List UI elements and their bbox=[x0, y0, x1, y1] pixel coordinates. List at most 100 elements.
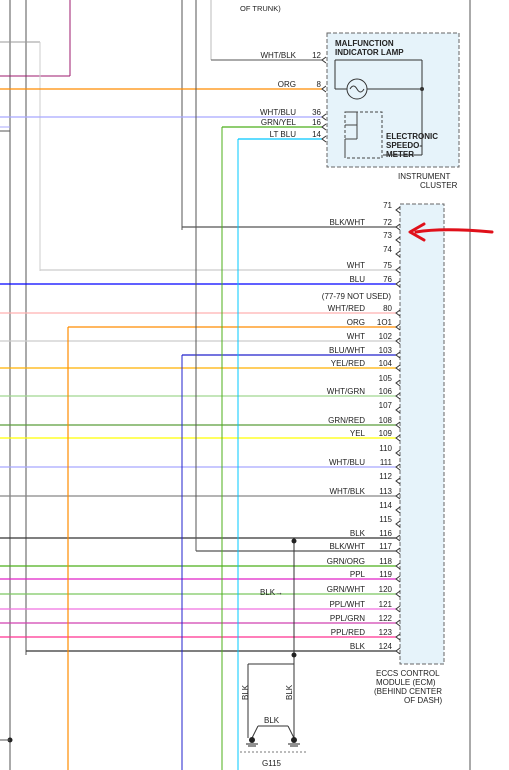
connector-pin-icon bbox=[395, 506, 401, 514]
cluster-pin-number: 16 bbox=[312, 118, 321, 127]
ecm-wire-label: WHT bbox=[347, 261, 365, 270]
ecm-wire-label: GRN/RED bbox=[328, 416, 365, 425]
ecm-wire-label: WHT/RED bbox=[328, 304, 366, 313]
ecm-wire-label: BLK/WHT bbox=[329, 218, 365, 227]
connector-pin-icon bbox=[321, 135, 327, 143]
speedo-label-line1: ELECTRONIC bbox=[386, 132, 438, 141]
cluster-wire-group: 12 WHT/BLK 8 ORG 36 WHT/BLU 16 GRN/YEL 14 LT BLU bbox=[0, 51, 327, 146]
connector-pin-icon bbox=[395, 421, 401, 429]
connector-pin-icon bbox=[395, 266, 401, 274]
mil-label-line2: INDICATOR LAMP bbox=[335, 48, 404, 57]
ecm-pin-number: 112 bbox=[379, 472, 392, 481]
connector-pin-icon bbox=[395, 280, 401, 288]
ecm-pin-number: 118 bbox=[379, 557, 392, 566]
ecm-wire-label: BLK bbox=[350, 642, 366, 651]
cluster-pin-number: 12 bbox=[312, 51, 321, 60]
left-trunk-lines bbox=[0, 0, 212, 770]
connector-pin-icon bbox=[395, 323, 401, 331]
connector-pin-icon bbox=[395, 520, 401, 528]
ecm-pin-number: 122 bbox=[379, 614, 393, 623]
ecm-pin-number: 109 bbox=[379, 429, 393, 438]
connector-pin-icon bbox=[395, 619, 401, 627]
ecm-pin-number: 111 bbox=[380, 458, 393, 467]
ecm-pin-number: 115 bbox=[379, 515, 392, 524]
connector-pin-icon bbox=[395, 605, 401, 613]
cluster-pin-number: 14 bbox=[312, 130, 321, 139]
ecm-pin-number: 119 bbox=[379, 570, 392, 579]
ecm-wire-label: BLU/WHT bbox=[329, 346, 365, 355]
ecm-wire-label: ORG bbox=[347, 318, 365, 327]
ecm-wire-label: YEL bbox=[350, 429, 366, 438]
cluster-wire-label: GRN/YEL bbox=[261, 118, 297, 127]
ecm-wire-label: PPL/WHT bbox=[329, 600, 365, 609]
connector-pin-icon bbox=[321, 123, 327, 131]
ecm-caption-line3: (BEHIND CENTER bbox=[374, 687, 442, 696]
ecm-pin-number: 105 bbox=[379, 374, 393, 383]
vertical-routing bbox=[67, 0, 239, 770]
connector-pin-icon bbox=[395, 206, 401, 214]
cluster-caption-line2: CLUSTER bbox=[420, 181, 458, 190]
ecm-pin-number: 74 bbox=[383, 245, 392, 254]
connector-pin-icon bbox=[321, 56, 327, 64]
connector-pin-icon bbox=[395, 337, 401, 345]
ecm-wire-label: PPL bbox=[350, 570, 366, 579]
ecm-wire-group: 71 72 BLK/WHT 73 74 75 WHT 76 BLU (77-79 NOT USED… bbox=[0, 201, 401, 655]
ecm-wire-label: BLK/WHT bbox=[329, 542, 365, 551]
ecm-pin-number: 75 bbox=[383, 261, 392, 270]
red-arrow-icon bbox=[408, 222, 494, 242]
ground-wire-label-right: BLK bbox=[285, 684, 294, 700]
ecm-pin-number: 102 bbox=[379, 332, 393, 341]
connector-pin-icon bbox=[395, 379, 401, 387]
ground-bridge-label: BLK bbox=[264, 716, 280, 725]
connector-pin-icon bbox=[395, 392, 401, 400]
ecm-wire-label: GRN/WHT bbox=[327, 585, 365, 594]
connector-pin-icon bbox=[395, 590, 401, 598]
ecm-caption-line2: MODULE (ECM) bbox=[376, 678, 436, 687]
speedo-label-line2: SPEEDO- bbox=[386, 141, 422, 150]
cluster-wire-label: LT BLU bbox=[270, 130, 297, 139]
connector-pin-icon bbox=[395, 534, 401, 542]
ecm-pin-number: 117 bbox=[379, 542, 392, 551]
ecm-caption-line1: ECCS CONTROL bbox=[376, 669, 440, 678]
cluster-pin-number: 36 bbox=[312, 108, 321, 117]
ecm-wire-label: GRN/ORG bbox=[327, 557, 365, 566]
connector-pin-icon bbox=[395, 575, 401, 583]
wiring-diagram: OF TRUNK) MALFUNCTION INDICATOR LAMP ELE… bbox=[0, 0, 494, 770]
ecm-box bbox=[399, 203, 445, 665]
connector-pin-icon bbox=[321, 85, 327, 93]
ecm-wire-label: BLK bbox=[350, 529, 366, 538]
ecm-pin-number: 80 bbox=[383, 304, 392, 313]
connector-pin-icon bbox=[395, 351, 401, 359]
ecm-pin-number: 110 bbox=[379, 444, 392, 453]
mil-label-line1: MALFUNCTION bbox=[335, 39, 394, 48]
ecm-pin-number: 113 bbox=[379, 487, 392, 496]
ecm-wire-label: PPL/RED bbox=[331, 628, 365, 637]
ecm-pin-number: 106 bbox=[379, 387, 393, 396]
connector-pin-icon bbox=[395, 449, 401, 457]
ecm-wire-label: YEL/RED bbox=[331, 359, 365, 368]
ecm-wire-label: WHT/BLU bbox=[329, 458, 365, 467]
ecm-pin-number: 103 bbox=[379, 346, 393, 355]
connector-pin-icon bbox=[395, 477, 401, 485]
ground-id-label: G115 bbox=[262, 759, 282, 768]
ecm-pin-number: 72 bbox=[383, 218, 392, 227]
ecm-pin-number: 120 bbox=[379, 585, 393, 594]
connector-pin-icon bbox=[395, 492, 401, 500]
connector-pin-icon bbox=[395, 633, 401, 641]
ecm-pin-number: 123 bbox=[379, 628, 393, 637]
connector-pin-icon bbox=[395, 309, 401, 317]
ecm-pin-number: 73 bbox=[383, 231, 392, 240]
connector-pin-icon bbox=[395, 434, 401, 442]
connector-pin-icon bbox=[395, 647, 401, 655]
connector-pin-icon bbox=[395, 364, 401, 372]
blk-arrow-label: BLK→ bbox=[260, 588, 283, 597]
ecm-pin-number: 76 bbox=[383, 275, 392, 284]
ecm-pin-number: 107 bbox=[379, 401, 393, 410]
ecm-wire-label: WHT/GRN bbox=[327, 387, 365, 396]
ecm-note-label: (77-79 NOT USED) bbox=[322, 292, 392, 301]
ecm-caption-line4: OF DASH) bbox=[404, 696, 443, 705]
ground-wire-label-left: BLK bbox=[241, 684, 250, 700]
ecm-wire-label: WHT bbox=[347, 332, 365, 341]
cluster-caption-line1: INSTRUMENT bbox=[398, 172, 451, 181]
connector-pin-icon bbox=[321, 113, 327, 121]
